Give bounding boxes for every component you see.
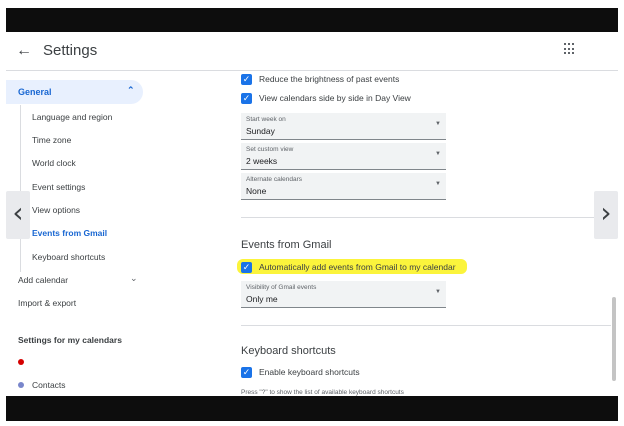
settings-content: ✓ Reduce the brightness of past events ✓… bbox=[237, 72, 611, 396]
checkbox-checked[interactable]: ✓ bbox=[241, 93, 252, 104]
checkbox-checked[interactable]: ✓ bbox=[241, 74, 252, 85]
sidebar-item-world-clock[interactable]: World clock bbox=[32, 158, 76, 168]
custom-view-select[interactable]: Set custom view 2 weeks ▼ bbox=[241, 143, 446, 170]
select-value: None bbox=[246, 186, 267, 196]
tree-connector bbox=[20, 105, 21, 272]
sidebar-item-add-calendar[interactable]: Add calendar bbox=[18, 275, 68, 285]
section-divider bbox=[241, 217, 611, 218]
select-caption: Start week on bbox=[246, 116, 286, 123]
dropdown-caret-icon: ▼ bbox=[435, 289, 441, 295]
sidebar-item-event-settings[interactable]: Event settings bbox=[32, 182, 85, 192]
sidebar-item-view-options[interactable]: View options bbox=[32, 205, 80, 215]
calendar-color-dot[interactable] bbox=[18, 382, 24, 388]
dropdown-caret-icon: ▼ bbox=[435, 151, 441, 157]
select-caption: Set custom view bbox=[246, 146, 294, 153]
select-value: Sunday bbox=[246, 126, 275, 136]
section-divider bbox=[241, 325, 611, 326]
sidebar-item-events-from-gmail[interactable]: Events from Gmail bbox=[32, 228, 107, 238]
option-label: View calendars side by side in Day View bbox=[259, 93, 411, 103]
bottom-letterbox bbox=[6, 396, 618, 421]
sidebar-item-time-zone[interactable]: Time zone bbox=[32, 135, 71, 145]
chevron-right-icon[interactable]: › bbox=[594, 191, 618, 239]
checkbox-checked[interactable]: ✓ bbox=[241, 262, 252, 273]
sidebar-item-keyboard-shortcuts[interactable]: Keyboard shortcuts bbox=[32, 252, 105, 262]
arrow-back-icon[interactable]: ← bbox=[16, 42, 32, 60]
sidebar-item-general[interactable]: General ⌃ bbox=[6, 80, 143, 104]
option-label: Automatically add events from Gmail to m… bbox=[259, 262, 456, 272]
page-title: Settings bbox=[43, 42, 98, 59]
dropdown-caret-icon: ▼ bbox=[435, 181, 441, 187]
sidebar-item-label: General bbox=[18, 87, 52, 97]
section-title-gmail: Events from Gmail bbox=[241, 239, 332, 251]
option-label: Enable keyboard shortcuts bbox=[259, 367, 360, 377]
settings-header: ← Settings bbox=[6, 32, 618, 71]
chevron-down-icon[interactable]: ⌄ bbox=[130, 273, 138, 284]
sidebar-item-contacts[interactable]: Contacts bbox=[32, 380, 66, 390]
dropdown-caret-icon: ▼ bbox=[435, 121, 441, 127]
section-title-keyboard: Keyboard shortcuts bbox=[241, 345, 336, 357]
alternate-calendars-select[interactable]: Alternate calendars None ▼ bbox=[241, 173, 446, 200]
top-letterbox bbox=[6, 8, 618, 32]
select-value: Only me bbox=[246, 294, 278, 304]
calendar-color-dot[interactable] bbox=[18, 359, 24, 365]
apps-grid-icon[interactable] bbox=[564, 43, 576, 55]
select-value: 2 weeks bbox=[246, 156, 278, 166]
sidebar-item-language-region[interactable]: Language and region bbox=[32, 112, 112, 122]
keyboard-hint: Press "?" to show the list of available … bbox=[241, 389, 404, 396]
gmail-visibility-select[interactable]: Visibility of Gmail events Only me ▼ bbox=[241, 281, 446, 308]
settings-window: ← Settings General ⌃ Language and region… bbox=[6, 32, 618, 396]
chevron-up-icon: ⌃ bbox=[127, 85, 135, 95]
chevron-left-icon[interactable]: ‹ bbox=[6, 191, 30, 239]
option-label: Reduce the brightness of past events bbox=[259, 74, 400, 84]
scrollbar-thumb[interactable] bbox=[612, 297, 616, 381]
start-week-select[interactable]: Start week on Sunday ▼ bbox=[241, 113, 446, 140]
select-caption: Visibility of Gmail events bbox=[246, 284, 317, 291]
sidebar-item-import-export[interactable]: Import & export bbox=[18, 298, 76, 308]
checkbox-checked[interactable]: ✓ bbox=[241, 367, 252, 378]
my-calendars-header: Settings for my calendars bbox=[18, 335, 122, 345]
select-caption: Alternate calendars bbox=[246, 176, 303, 183]
